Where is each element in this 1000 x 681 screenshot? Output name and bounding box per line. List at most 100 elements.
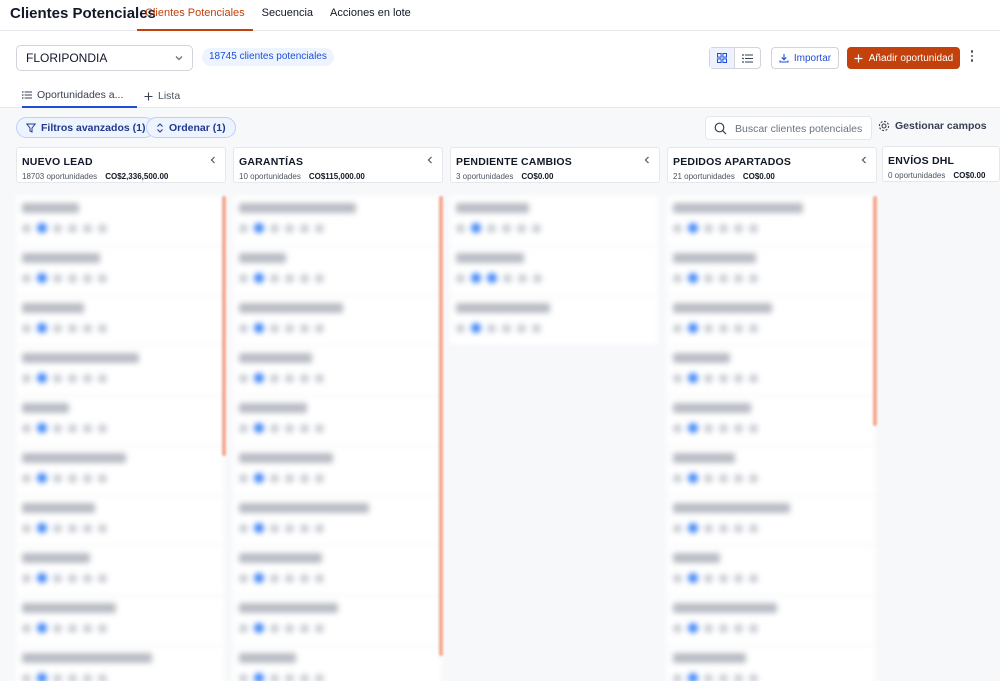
card-action-icon[interactable] — [254, 523, 264, 533]
card-action-icon[interactable] — [37, 673, 47, 681]
card-action-icon[interactable] — [734, 373, 743, 383]
sort-button[interactable]: Ordenar (1) — [146, 117, 236, 138]
lead-card[interactable] — [667, 196, 875, 246]
lead-card[interactable] — [233, 446, 441, 496]
card-action-icon[interactable] — [315, 223, 324, 233]
card-action-icon[interactable] — [734, 223, 743, 233]
column-scrollbar[interactable] — [222, 196, 226, 456]
lead-card[interactable] — [16, 646, 224, 681]
chevron-left-icon[interactable] — [643, 156, 651, 164]
card-action-icon[interactable] — [518, 273, 527, 283]
card-action-icon[interactable] — [254, 223, 264, 233]
card-action-icon[interactable] — [688, 423, 698, 433]
card-action-icon[interactable] — [68, 273, 77, 283]
card-action-icon[interactable] — [673, 323, 682, 333]
lead-card[interactable] — [233, 646, 441, 681]
card-action-icon[interactable] — [53, 623, 62, 633]
card-action-icon[interactable] — [285, 673, 294, 681]
card-action-icon[interactable] — [704, 223, 713, 233]
card-action-icon[interactable] — [315, 423, 324, 433]
card-action-icon[interactable] — [315, 523, 324, 533]
card-action-icon[interactable] — [254, 373, 264, 383]
lead-card[interactable] — [233, 546, 441, 596]
lead-card[interactable] — [667, 546, 875, 596]
card-action-icon[interactable] — [285, 473, 294, 483]
card-action-icon[interactable] — [53, 523, 62, 533]
card-action-icon[interactable] — [487, 273, 497, 283]
card-action-icon[interactable] — [239, 273, 248, 283]
card-action-icon[interactable] — [270, 223, 279, 233]
card-action-icon[interactable] — [270, 473, 279, 483]
card-action-icon[interactable] — [749, 473, 758, 483]
chevron-left-icon[interactable] — [426, 156, 434, 164]
card-action-icon[interactable] — [517, 223, 526, 233]
card-action-icon[interactable] — [83, 423, 92, 433]
card-action-icon[interactable] — [300, 323, 309, 333]
card-action-icon[interactable] — [300, 273, 309, 283]
card-action-icon[interactable] — [688, 623, 698, 633]
card-action-icon[interactable] — [734, 473, 743, 483]
card-action-icon[interactable] — [68, 423, 77, 433]
card-action-icon[interactable] — [749, 423, 758, 433]
card-action-icon[interactable] — [239, 423, 248, 433]
card-action-icon[interactable] — [471, 323, 481, 333]
card-action-icon[interactable] — [300, 473, 309, 483]
card-action-icon[interactable] — [688, 373, 698, 383]
card-action-icon[interactable] — [704, 473, 713, 483]
card-action-icon[interactable] — [53, 373, 62, 383]
card-action-icon[interactable] — [270, 373, 279, 383]
card-action-icon[interactable] — [688, 273, 698, 283]
card-action-icon[interactable] — [471, 223, 481, 233]
card-action-icon[interactable] — [456, 273, 465, 283]
card-action-icon[interactable] — [22, 373, 31, 383]
card-action-icon[interactable] — [98, 623, 107, 633]
card-action-icon[interactable] — [688, 473, 698, 483]
card-action-icon[interactable] — [734, 323, 743, 333]
card-action-icon[interactable] — [239, 473, 248, 483]
card-action-icon[interactable] — [704, 673, 713, 681]
card-action-icon[interactable] — [315, 373, 324, 383]
card-action-icon[interactable] — [83, 523, 92, 533]
card-action-icon[interactable] — [98, 423, 107, 433]
card-action-icon[interactable] — [98, 373, 107, 383]
card-action-icon[interactable] — [719, 323, 728, 333]
card-action-icon[interactable] — [719, 523, 728, 533]
list-view-button[interactable] — [735, 48, 760, 68]
card-action-icon[interactable] — [487, 323, 496, 333]
card-action-icon[interactable] — [285, 323, 294, 333]
card-action-icon[interactable] — [719, 423, 728, 433]
card-action-icon[interactable] — [673, 373, 682, 383]
card-action-icon[interactable] — [673, 423, 682, 433]
card-action-icon[interactable] — [254, 623, 264, 633]
card-action-icon[interactable] — [37, 223, 47, 233]
card-action-icon[interactable] — [270, 273, 279, 283]
card-action-icon[interactable] — [300, 573, 309, 583]
card-action-icon[interactable] — [719, 673, 728, 681]
card-action-icon[interactable] — [53, 223, 62, 233]
card-action-icon[interactable] — [254, 423, 264, 433]
lead-card[interactable] — [667, 346, 875, 396]
card-action-icon[interactable] — [83, 223, 92, 233]
lead-card[interactable] — [16, 346, 224, 396]
pipeline-select[interactable]: FLORIPONDIA — [16, 45, 193, 71]
column-scrollbar[interactable] — [873, 196, 877, 426]
lead-card[interactable] — [233, 296, 441, 346]
card-action-icon[interactable] — [285, 623, 294, 633]
lead-card[interactable] — [16, 296, 224, 346]
card-action-icon[interactable] — [68, 323, 77, 333]
lead-card[interactable] — [450, 196, 658, 246]
card-action-icon[interactable] — [239, 323, 248, 333]
lead-card[interactable] — [667, 646, 875, 681]
card-action-icon[interactable] — [719, 273, 728, 283]
card-action-icon[interactable] — [83, 623, 92, 633]
lead-card[interactable] — [16, 396, 224, 446]
add-opportunity-button[interactable]: Añadir oportunidad — [847, 47, 960, 69]
lead-card[interactable] — [233, 596, 441, 646]
lead-card[interactable] — [16, 246, 224, 296]
card-action-icon[interactable] — [285, 573, 294, 583]
card-action-icon[interactable] — [704, 373, 713, 383]
card-action-icon[interactable] — [37, 623, 47, 633]
card-action-icon[interactable] — [673, 523, 682, 533]
card-action-icon[interactable] — [719, 473, 728, 483]
card-action-icon[interactable] — [239, 673, 248, 681]
